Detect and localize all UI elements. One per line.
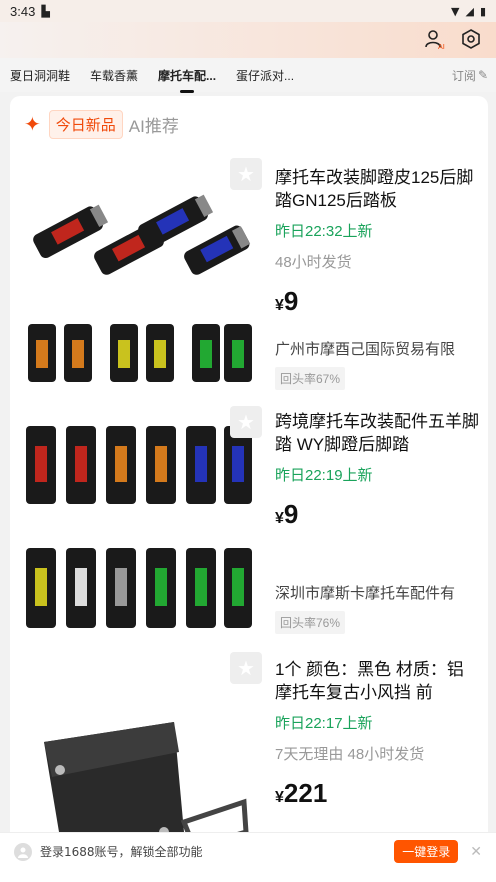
wifi-icon: ▼: [451, 4, 460, 18]
status-time: 3:43: [10, 3, 36, 19]
supplier-info: 深圳市摩斯卡摩托车配件有 回头率76%: [275, 582, 481, 634]
currency-symbol: ¥: [275, 297, 284, 314]
section-header: ✦ 今日新品 AI推荐: [24, 109, 179, 139]
login-prompt-text: 登录1688账号，解锁全部功能: [40, 845, 203, 859]
tab-car-fragrance[interactable]: 车载香薰: [80, 67, 148, 84]
edit-icon: ✎: [477, 68, 488, 82]
tab-eggy-party[interactable]: 蛋仔派对...: [226, 67, 304, 84]
close-icon[interactable]: ✕: [470, 844, 482, 860]
today-new-badge[interactable]: 今日新品: [48, 109, 123, 139]
product-feed-card: ✦ 今日新品 AI推荐 ★ 摩托车改装脚蹬皮125后脚踏GN125后踏板 昨日2…: [10, 96, 488, 882]
tab-motorcycle-parts[interactable]: 摩托车配...: [148, 67, 226, 93]
product-image[interactable]: [24, 416, 254, 512]
supplier-info: 广州市摩酉己国际贸易有限 回头率67%: [275, 338, 481, 390]
status-bar: 3:43 ▙ ▼ ◢ ▮: [0, 0, 496, 22]
product-card[interactable]: ★ 跨境摩托车改装配件五羊脚踏 WY脚蹬后脚踏 昨日22:19上新 ¥9 深圳市…: [10, 406, 488, 646]
one-click-login-button[interactable]: 一键登录: [394, 840, 459, 863]
product-image-secondary[interactable]: [24, 312, 254, 394]
ai-recommend-label[interactable]: AI推荐: [129, 112, 179, 137]
repeat-rate-badge: 回头率67%: [275, 367, 346, 390]
currency-symbol: ¥: [275, 510, 284, 527]
product-price: ¥9: [275, 286, 481, 317]
currency-symbol: ¥: [275, 789, 284, 806]
login-prompt-bar: 登录1688账号，解锁全部功能 一键登录 ✕: [0, 832, 496, 870]
price-value: 221: [283, 778, 328, 808]
repeat-rate-badge: 回头率76%: [275, 611, 346, 634]
price-value: 9: [283, 499, 299, 529]
supplier-name[interactable]: 广州市摩酉己国际贸易有限: [275, 338, 481, 359]
listing-time: 昨日22:32上新: [275, 223, 373, 240]
product-info: 摩托车改装脚蹬皮125后脚踏GN125后踏板 昨日22:32上新 48小时发货 …: [275, 166, 481, 317]
listing-time: 昨日22:19上新: [275, 467, 373, 484]
product-info: 1个 颜色：黑色 材质：铝 摩托车复古小风挡 前 昨日22:17上新 7天无理由…: [275, 658, 481, 809]
battery-icon: ▮: [479, 4, 486, 18]
product-title[interactable]: 跨境摩托车改装配件五羊脚踏 WY脚蹬后脚踏: [275, 410, 481, 456]
listing-time: 昨日22:17上新: [275, 715, 373, 732]
product-card[interactable]: ★ 摩托车改装脚蹬皮125后脚踏GN125后踏板 昨日22:32上新 48小时发…: [10, 154, 488, 402]
settings-icon[interactable]: [458, 26, 484, 52]
product-price: ¥9: [275, 499, 481, 530]
product-info: 跨境摩托车改装配件五羊脚踏 WY脚蹬后脚踏 昨日22:19上新 ¥9: [275, 410, 481, 530]
product-price: ¥221: [275, 778, 481, 809]
header: AI: [0, 22, 496, 58]
signal-icon: ◢: [465, 4, 474, 18]
favorite-icon[interactable]: ★: [230, 406, 262, 438]
product-image[interactable]: [24, 164, 254, 294]
category-tabs: 夏日洞洞鞋 车载香薰 摩托车配... 蛋仔派对... 订阅 ✎: [0, 58, 496, 93]
tab-summer-clogs[interactable]: 夏日洞洞鞋: [0, 67, 80, 84]
favorite-icon[interactable]: ★: [230, 652, 262, 684]
price-value: 9: [283, 286, 299, 316]
ai-user-icon[interactable]: AI: [422, 26, 448, 52]
subscribe-label: 订阅: [451, 68, 476, 83]
status-icons: ▼ ◢ ▮: [451, 5, 486, 18]
notification-icon: ▙: [41, 4, 50, 18]
product-title[interactable]: 1个 颜色：黑色 材质：铝 摩托车复古小风挡 前: [275, 658, 481, 704]
product-title[interactable]: 摩托车改装脚蹬皮125后脚踏GN125后踏板: [275, 166, 481, 212]
favorite-icon[interactable]: ★: [230, 158, 262, 190]
avatar-icon: [14, 842, 32, 861]
bottom-system-bar: [0, 870, 496, 882]
shipping-info: 48小时发货: [275, 254, 352, 271]
product-image-secondary[interactable]: [24, 540, 254, 636]
shipping-info: 7天无理由 48小时发货: [275, 746, 425, 763]
supplier-name[interactable]: 深圳市摩斯卡摩托车配件有: [275, 582, 481, 603]
subscribe-button[interactable]: 订阅 ✎: [452, 67, 496, 84]
svg-text:AI: AI: [438, 43, 445, 50]
sparkle-icon: ✦: [24, 112, 41, 136]
